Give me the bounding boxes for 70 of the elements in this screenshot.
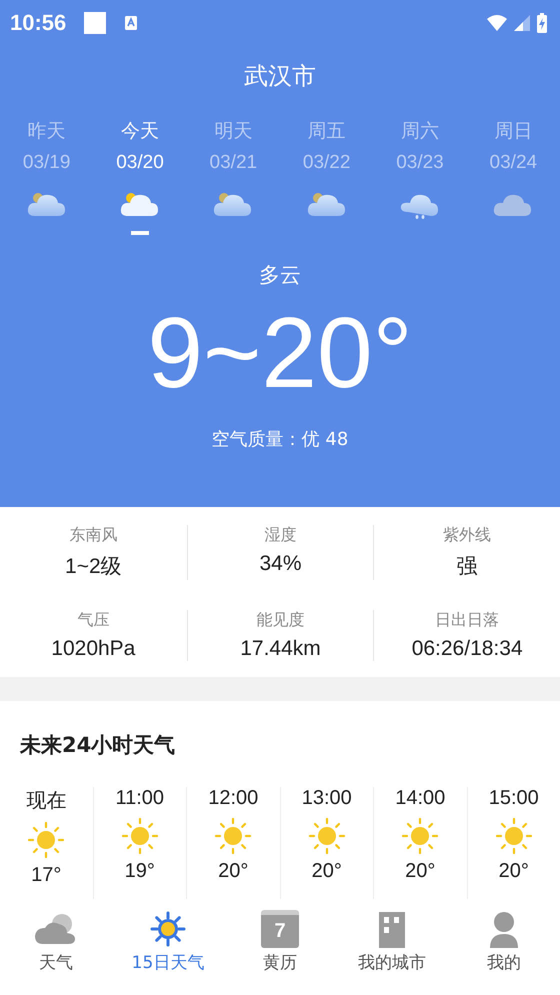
detail-value: 17.44km xyxy=(240,637,321,661)
detail-value: 34% xyxy=(259,552,302,576)
day-date: 03/23 xyxy=(396,152,444,174)
detail-label: 气压 xyxy=(77,610,110,631)
detail-value: 1020hPa xyxy=(51,637,136,661)
day-label: 周五 xyxy=(308,119,346,144)
nav-tab[interactable]: 天气 xyxy=(0,909,112,974)
sun-icon xyxy=(213,816,254,856)
day-label: 周六 xyxy=(400,119,439,144)
section-title: 未来24小时天气 xyxy=(18,732,176,759)
detail-label: 湿度 xyxy=(264,525,296,546)
detail-label: 能见度 xyxy=(256,610,304,631)
day-label: 周日 xyxy=(494,119,532,144)
sun-icon xyxy=(494,816,534,856)
building-icon xyxy=(377,910,407,948)
day-label: 昨天 xyxy=(28,119,66,144)
hour-time: 11:00 xyxy=(115,787,164,810)
hour-time: 现在 xyxy=(26,789,66,814)
nav-tab[interactable]: 我的 xyxy=(448,909,560,974)
day-tab[interactable]: 今天 03/20 xyxy=(93,118,187,235)
day-label: 明天 xyxy=(214,119,252,144)
signal-icon xyxy=(513,14,531,32)
day-label: 今天 xyxy=(120,119,159,144)
day-date: 03/22 xyxy=(302,152,350,174)
notification-icon xyxy=(84,12,106,34)
person-icon xyxy=(487,910,521,948)
hour-time: 13:00 xyxy=(302,787,352,810)
temperature-range: 9~20° xyxy=(147,303,413,403)
nav-tab[interactable]: 15日天气 xyxy=(112,909,224,974)
hour-time: 15:00 xyxy=(488,787,539,810)
detail-label: 日出日落 xyxy=(435,610,500,631)
hour-temperature: 20° xyxy=(405,860,436,883)
day-date: 03/19 xyxy=(22,152,70,174)
hour-time: 14:00 xyxy=(395,787,446,810)
day-tab[interactable]: 明天 03/21 xyxy=(186,118,280,235)
sun-icon xyxy=(306,816,347,856)
battery-icon xyxy=(536,13,548,33)
calendar-icon: 7 xyxy=(261,910,299,948)
day-tab[interactable]: 昨天 03/19 xyxy=(0,118,94,235)
hour-temperature: 20° xyxy=(498,860,529,883)
air-quality: 空气质量：优 48 xyxy=(212,428,348,451)
day-tab[interactable]: 周日 03/24 xyxy=(466,118,560,235)
day-tab[interactable]: 周六 03/23 xyxy=(373,118,467,235)
day-date: 03/21 xyxy=(210,152,258,174)
detail-label: 东南风 xyxy=(69,525,118,546)
hour-temperature: 17° xyxy=(31,864,62,887)
sun-icon xyxy=(150,911,186,947)
detail-value: 强 xyxy=(456,554,478,580)
cloud-icon xyxy=(34,911,78,947)
sun-icon xyxy=(400,816,440,856)
clock: 10:56 xyxy=(10,10,66,36)
nav-tab[interactable]: 7 黄历 xyxy=(224,909,336,974)
detail-value: 1~2级 xyxy=(65,554,122,580)
day-tab[interactable]: 周五 03/22 xyxy=(280,118,374,235)
detail-label: 紫外线 xyxy=(443,525,492,546)
city-title: 武汉市 xyxy=(244,61,316,92)
keyboard-icon xyxy=(124,15,138,31)
detail-value: 06:26/18:34 xyxy=(412,637,523,661)
hour-temperature: 20° xyxy=(218,860,248,883)
sun-icon xyxy=(120,816,160,856)
hour-temperature: 19° xyxy=(124,860,155,883)
nav-tab[interactable]: 我的城市 xyxy=(336,909,448,974)
selected-indicator xyxy=(130,231,149,235)
day-date: 03/24 xyxy=(490,152,538,174)
weather-condition: 多云 xyxy=(259,262,301,289)
hour-temperature: 20° xyxy=(312,860,342,883)
sun-icon xyxy=(26,820,66,860)
hour-time: 12:00 xyxy=(208,787,258,810)
day-date: 03/20 xyxy=(116,152,164,174)
wifi-icon xyxy=(486,14,508,32)
